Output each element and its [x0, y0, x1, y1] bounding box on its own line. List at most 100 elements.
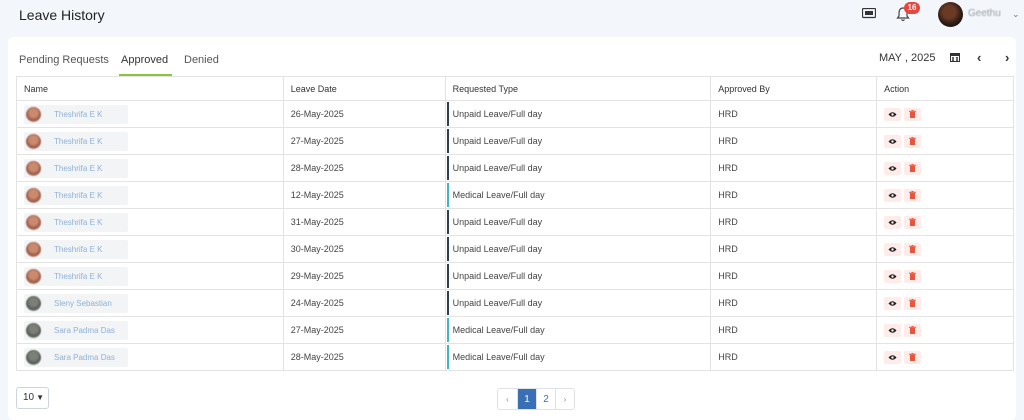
view-button[interactable] [884, 107, 902, 121]
trash-icon [909, 218, 917, 226]
view-button[interactable] [884, 350, 902, 364]
employee-chip[interactable]: Sara Padma Das [24, 320, 128, 340]
employee-name: Theshrifa E K [54, 244, 103, 254]
leave-type-indicator [446, 318, 449, 342]
name-cell: Theshrifa E K [16, 181, 284, 209]
name-cell: Theshrifa E K [16, 127, 284, 155]
delete-button[interactable] [904, 134, 922, 148]
view-button[interactable] [884, 215, 902, 229]
eye-icon [888, 138, 897, 144]
action-cell [876, 262, 1014, 290]
view-button[interactable] [884, 134, 902, 148]
view-button[interactable] [884, 161, 902, 175]
top-bar: Leave History 16 Geethu ⌄ [0, 0, 1024, 36]
delete-button[interactable] [904, 188, 922, 202]
leave-history-card: Pending Requests Approved Denied MAY , 2… [8, 37, 1016, 420]
next-month-button[interactable]: › [1005, 50, 1009, 65]
employee-name: Sara Padma Das [54, 325, 115, 335]
delete-button[interactable] [904, 242, 922, 256]
view-button[interactable] [884, 242, 902, 256]
pagination-page-2[interactable]: 2 [536, 389, 555, 409]
leave-type-indicator [446, 183, 449, 207]
approved-by-cell: HRD [710, 235, 878, 263]
table-row: Theshrifa E K 28-May-2025 Unpaid Leave/Ful… [16, 154, 1014, 182]
employee-chip[interactable]: Theshrifa E K [24, 212, 128, 232]
table-body: Theshrifa E K 26-May-2025 Unpaid Leave/Ful… [16, 100, 1014, 371]
action-cell [876, 154, 1014, 182]
trash-icon [909, 164, 917, 172]
tab-denied[interactable]: Denied [184, 54, 219, 66]
leave-type-indicator [446, 129, 449, 153]
leave-type-indicator [446, 291, 449, 315]
requested-type-text: Unpaid Leave/Full day [452, 271, 543, 281]
pagination-next-button[interactable]: › [555, 389, 574, 409]
employee-chip[interactable]: Theshrifa E K [24, 104, 128, 124]
previous-month-button[interactable]: ‹ [977, 50, 981, 65]
approved-by-cell: HRD [710, 343, 878, 371]
chevron-down-icon[interactable]: ⌄ [1012, 9, 1020, 20]
requested-type-cell: Unpaid Leave/Full day [444, 262, 712, 290]
action-cell [876, 100, 1014, 128]
delete-button[interactable] [904, 215, 922, 229]
view-button[interactable] [884, 188, 902, 202]
leave-type-indicator [446, 237, 449, 261]
approved-by-cell: HRD [710, 154, 878, 182]
approved-by-cell: HRD [710, 127, 878, 155]
employee-chip[interactable]: Theshrifa E K [24, 266, 128, 286]
avatar[interactable] [938, 2, 963, 27]
trash-icon [909, 272, 917, 280]
tab-pending-requests[interactable]: Pending Requests [19, 54, 109, 66]
delete-button[interactable] [904, 296, 922, 310]
table-row: Theshrifa E K 31-May-2025 Unpaid Leave/Ful… [16, 208, 1014, 236]
table-row: Theshrifa E K 12-May-2025 Medical Leave/Fu… [16, 181, 1014, 209]
column-header-action: Action [876, 76, 1014, 101]
pagination-prev-button[interactable]: ‹ [498, 389, 517, 409]
table-row: Sara Padma Das 28-May-2025 Medical Leave/F… [16, 343, 1014, 371]
name-cell: Theshrifa E K [16, 235, 284, 263]
eye-icon [888, 219, 897, 225]
delete-button[interactable] [904, 323, 922, 337]
trash-icon [909, 299, 917, 307]
tab-approved[interactable]: Approved [121, 54, 168, 66]
requested-type-text: Unpaid Leave/Full day [452, 136, 543, 146]
employee-chip[interactable]: Sara Padma Das [24, 347, 128, 367]
employee-name: Theshrifa E K [54, 190, 103, 200]
page-size-select[interactable]: 10 ▼ [16, 387, 49, 409]
employee-chip[interactable]: Theshrifa E K [24, 185, 128, 205]
column-header-name: Name [16, 76, 284, 101]
employee-chip[interactable]: Theshrifa E K [24, 131, 128, 151]
pagination-page-1[interactable]: 1 [517, 389, 536, 409]
view-button[interactable] [884, 323, 902, 337]
view-button[interactable] [884, 269, 902, 283]
employee-chip[interactable]: Theshrifa E K [24, 239, 128, 259]
trash-icon [909, 326, 917, 334]
column-header-leave-date: Leave Date [282, 76, 446, 101]
leave-type-indicator [446, 156, 449, 180]
requested-type-cell: Medical Leave/Full day [444, 343, 712, 371]
delete-button[interactable] [904, 269, 922, 283]
month-label: MAY , 2025 [879, 52, 936, 64]
employee-chip[interactable]: Theshrifa E K [24, 158, 128, 178]
leave-type-indicator [446, 345, 449, 369]
view-button[interactable] [884, 296, 902, 310]
delete-button[interactable] [904, 161, 922, 175]
approved-by-cell: HRD [710, 208, 878, 236]
delete-button[interactable] [904, 107, 922, 121]
requested-type-cell: Medical Leave/Full day [444, 181, 712, 209]
leave-type-indicator [446, 210, 449, 234]
name-cell: Theshrifa E K [16, 100, 284, 128]
leave-date-cell: 31-May-2025 [282, 208, 446, 236]
eye-icon [888, 354, 897, 360]
eye-icon [888, 327, 897, 333]
monitor-icon[interactable] [862, 8, 876, 19]
avatar [26, 241, 41, 257]
employee-chip[interactable]: Sleny Sebastian [24, 293, 128, 313]
table-row: Theshrifa E K 26-May-2025 Unpaid Leave/Ful… [16, 100, 1014, 128]
leave-date-cell: 30-May-2025 [282, 235, 446, 263]
user-name[interactable]: Geethu [968, 8, 1001, 19]
delete-button[interactable] [904, 350, 922, 364]
avatar [26, 295, 41, 311]
leave-date-cell: 28-May-2025 [282, 154, 446, 182]
calendar-icon[interactable] [950, 52, 960, 62]
avatar [26, 268, 41, 284]
